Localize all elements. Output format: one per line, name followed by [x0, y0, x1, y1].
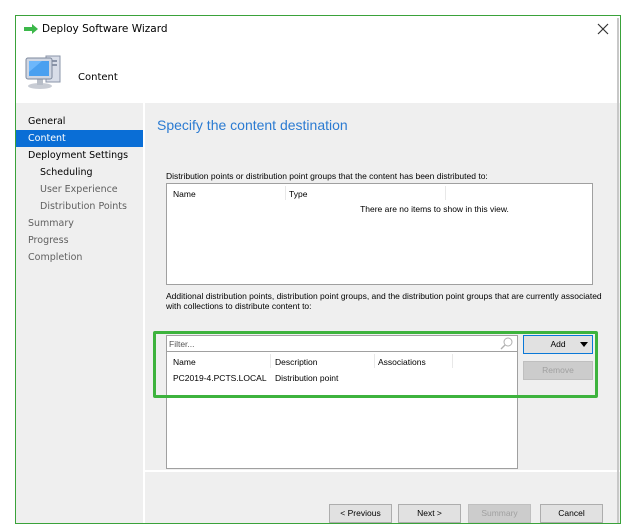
remove-button[interactable]: Remove — [523, 361, 593, 380]
content-pane: Specify the content destination Distribu… — [145, 103, 620, 470]
column-header-type[interactable]: Type — [289, 189, 307, 199]
row-description: Distribution point — [275, 373, 339, 383]
row-name: PC2019-4.PCTS.LOCAL — [173, 373, 267, 383]
nav-item-content[interactable]: Content — [16, 130, 143, 147]
filter-input[interactable] — [169, 337, 489, 351]
nav-item-summary[interactable]: Summary — [16, 215, 143, 232]
column-header-name[interactable]: Name — [173, 189, 196, 199]
add-button[interactable]: Add — [523, 335, 593, 354]
green-arrow-icon — [24, 24, 38, 34]
column-divider[interactable] — [452, 354, 453, 368]
wizard-nav: General Content Deployment Settings Sche… — [16, 103, 143, 523]
wizard-footer: < Previous Next > Summary Cancel — [145, 471, 620, 523]
column-header-name[interactable]: Name — [173, 357, 196, 367]
page-title: Specify the content destination — [157, 117, 348, 133]
distributed-list[interactable]: Name Type There are no items to show in … — [166, 183, 593, 285]
header-title: Content — [78, 72, 118, 83]
column-divider[interactable] — [445, 186, 446, 200]
previous-button[interactable]: < Previous — [329, 504, 392, 523]
nav-item-scheduling[interactable]: Scheduling — [16, 164, 143, 181]
title-bar: Deploy Software Wizard — [16, 16, 620, 44]
computer-icon — [25, 55, 61, 89]
additional-label: Additional distribution points, distribu… — [166, 291, 602, 311]
table-row[interactable]: PC2019-4.PCTS.LOCAL Distribution point — [167, 371, 517, 386]
column-header-associations[interactable]: Associations — [378, 357, 426, 367]
nav-item-deployment-settings[interactable]: Deployment Settings — [16, 147, 143, 164]
distributed-label: Distribution points or distribution poin… — [166, 171, 488, 181]
wizard-header: Content — [16, 44, 620, 103]
close-icon[interactable] — [594, 20, 612, 38]
search-icon[interactable] — [500, 337, 513, 350]
nav-item-distribution-points[interactable]: Distribution Points — [16, 198, 143, 215]
empty-message: There are no items to show in this view. — [360, 204, 509, 214]
filter-box — [166, 335, 518, 352]
dropdown-caret-icon — [580, 342, 588, 347]
wizard-window: Deploy Software Wizard Content General C… — [15, 15, 621, 524]
column-divider[interactable] — [285, 186, 286, 200]
column-header-description[interactable]: Description — [275, 357, 318, 367]
additional-list[interactable]: Name Description Associations PC2019-4.P… — [166, 352, 518, 469]
column-divider[interactable] — [270, 354, 271, 368]
next-button[interactable]: Next > — [398, 504, 461, 523]
nav-item-user-experience[interactable]: User Experience — [16, 181, 143, 198]
nav-item-general[interactable]: General — [16, 113, 143, 130]
column-divider[interactable] — [374, 354, 375, 368]
window-title: Deploy Software Wizard — [42, 23, 168, 35]
add-button-label: Add — [550, 339, 566, 349]
nav-item-progress[interactable]: Progress — [16, 232, 143, 249]
nav-item-completion[interactable]: Completion — [16, 249, 143, 266]
summary-button[interactable]: Summary — [468, 504, 531, 523]
cancel-button[interactable]: Cancel — [540, 504, 603, 523]
window-edge — [617, 18, 619, 523]
